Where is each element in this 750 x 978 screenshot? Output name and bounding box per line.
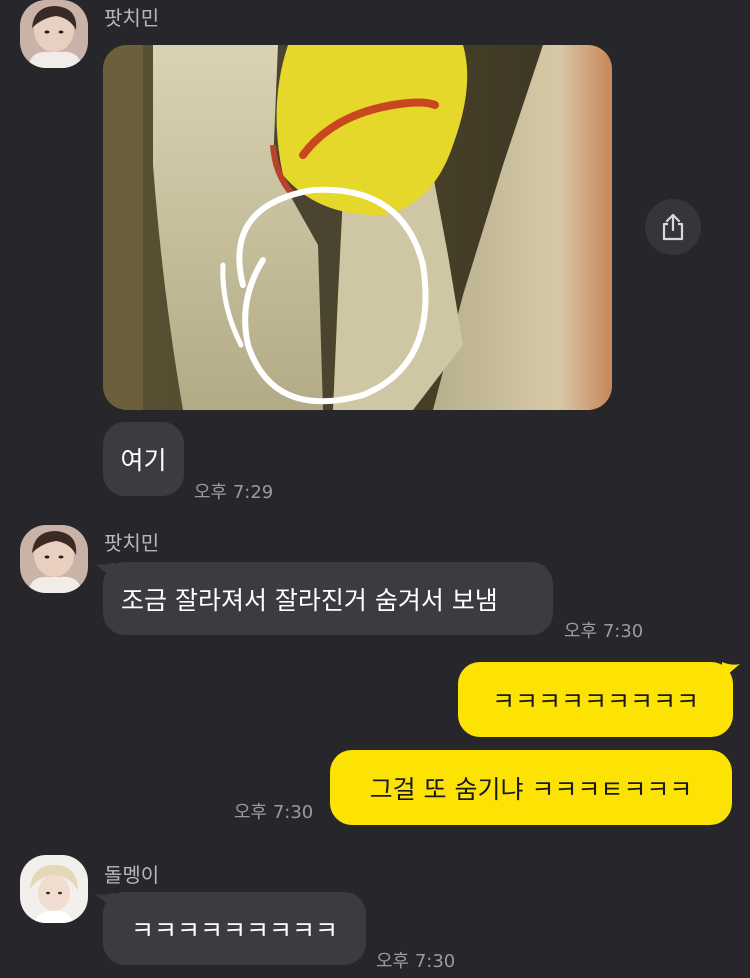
message-text: ㅋㅋㅋㅋㅋㅋㅋㅋㅋ [491, 686, 699, 716]
message-time: 오후 7:30 [234, 802, 314, 823]
message-time: 오후 7:30 [564, 621, 644, 642]
message-bubble[interactable]: ㅋㅋㅋㅋㅋㅋㅋㅋㅋ [458, 662, 733, 737]
sender-name: 돌멩이 [104, 863, 160, 887]
avatar-patchimin[interactable] [20, 0, 88, 68]
message-text: 조금 잘라져서 잘라진거 숨겨서 보냄 [121, 585, 498, 615]
message-time: 오후 7:29 [194, 482, 274, 503]
message-text: 여기 [120, 446, 167, 475]
message-text: 그걸 또 숨기냐 ㅋㅋㅋㅌㅋㅋㅋ [369, 774, 693, 804]
message-time: 오후 7:30 [376, 951, 456, 972]
message-text: ㅋㅋㅋㅋㅋㅋㅋㅋㅋ [130, 915, 338, 945]
avatar-dolmengi[interactable] [20, 855, 88, 923]
photo-message[interactable] [103, 45, 612, 410]
message-bubble[interactable]: ㅋㅋㅋㅋㅋㅋㅋㅋㅋ [103, 892, 366, 965]
message-bubble[interactable]: 여기 [103, 422, 184, 496]
share-icon [662, 213, 684, 241]
message-bubble[interactable]: 조금 잘라져서 잘라진거 숨겨서 보냄 [103, 562, 553, 635]
avatar-patchimin[interactable] [20, 525, 88, 593]
bubble-tail [722, 662, 740, 680]
sender-name: 팟치민 [104, 531, 160, 555]
sender-name: 팟치민 [104, 6, 160, 30]
message-bubble[interactable]: 그걸 또 숨기냐 ㅋㅋㅋㅌㅋㅋㅋ [330, 750, 732, 825]
share-button[interactable] [645, 199, 701, 255]
